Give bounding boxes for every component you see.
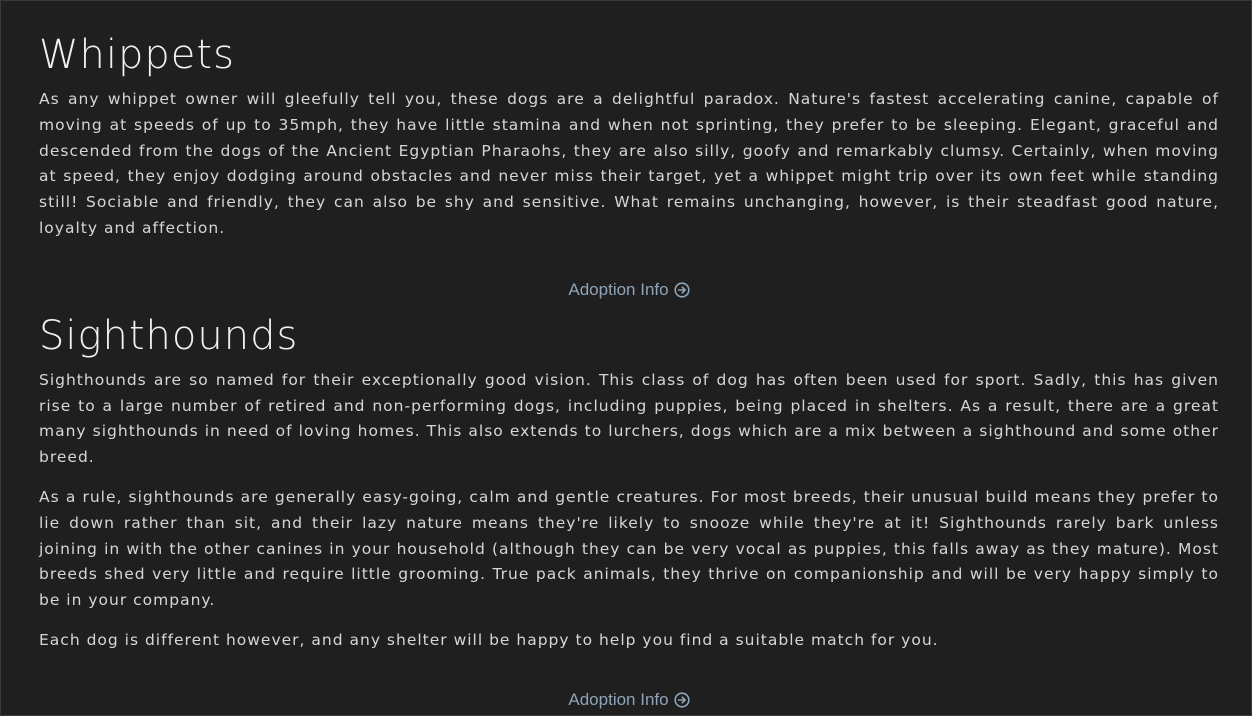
sighthounds-paragraph: Sighthounds are so named for their excep… [39,370,1219,467]
arrow-circle-right-icon [673,692,690,708]
main-content: Whippets As any whippet owner will gleef… [39,1,1219,715]
adoption-link-container: Adoption Info [39,270,1219,310]
adoption-link-container: Adoption Info [39,680,1219,715]
sighthounds-paragraph: As a rule, sighthounds are generally eas… [39,487,1219,610]
adoption-info-link-whippets[interactable]: Adoption Info [568,270,690,310]
adoption-info-link-sighthounds[interactable]: Adoption Info [568,680,690,715]
page-frame: Whippets As any whippet owner will gleef… [0,0,1252,716]
adoption-info-label: Adoption Info [568,689,669,709]
sighthounds-paragraph: Each dog is different however, and any s… [39,630,939,649]
section-heading-whippets: Whippets [39,32,235,78]
whippets-paragraph: As any whippet owner will gleefully tell… [39,90,1219,237]
sighthounds-section: Sighthounds Sighthounds are so named for… [39,312,1219,715]
arrow-circle-right-icon [673,282,690,298]
whippets-section: Whippets As any whippet owner will gleef… [39,31,1219,310]
adoption-info-label: Adoption Info [568,279,669,299]
section-heading-sighthounds: Sighthounds [39,312,299,359]
